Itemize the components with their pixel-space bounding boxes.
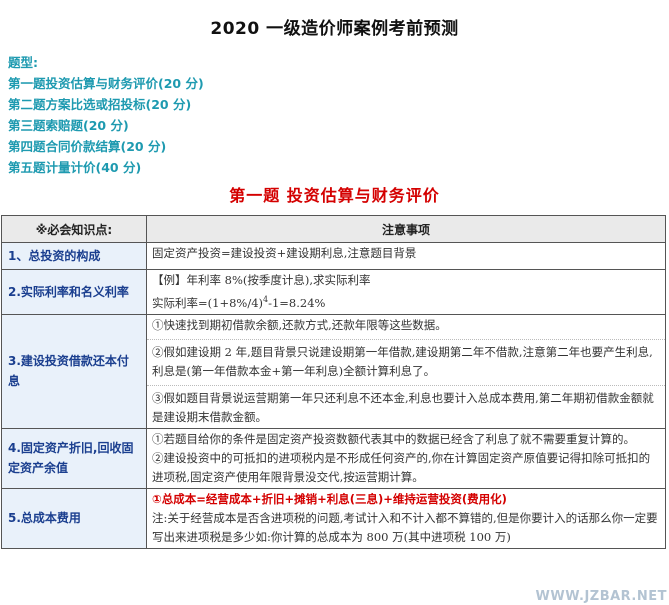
row-key: 3.建设投资借款还本付息 (1, 313, 147, 429)
header-knowledge: ※必会知识点: (1, 215, 147, 243)
header-notes: 注意事项 (146, 215, 666, 243)
row-notes: ①总成本=经营成本+折旧+摊销+利息(三息)+维持运营投资(费用化) 注:关于经… (146, 487, 666, 549)
section-title: 第一题 投资估算与财务评价 (229, 186, 440, 205)
row-notes: ①快速找到期初借款余额,还款方式,还款年限等这些数据。 ②假如建设期 2 年,题… (146, 313, 666, 429)
formula-prefix: 实际利率=(1+8%/4) (152, 295, 263, 310)
type-item: 第三题索赔题(20 分) (8, 118, 129, 133)
divider (147, 384, 665, 386)
row-key: 2.实际利率和名义利率 (1, 269, 147, 315)
note-line: 【例】年利率 8%(按季度计息),求实际利率 (152, 273, 371, 287)
note-para: ②建设投资中的可抵扣的进项税内是不形成任何资产的,你在计算固定资产原值要记得扣除… (152, 450, 651, 484)
row-key: 4.固定资产折旧,回收固定资产余值 (1, 427, 147, 489)
note-line: 固定资产投资=建设投资+建设期利息,注意题目背景 (152, 246, 417, 260)
table-row: 5.总成本费用 ①总成本=经营成本+折旧+摊销+利息(三息)+维持运营投资(费用… (1, 487, 666, 549)
note-para: ①快速找到期初借款余额,还款方式,还款年限等这些数据。 (152, 317, 447, 332)
note-para: 注:关于经营成本是否含进项税的问题,考试计入和不计入都不算错的,但是你要计入的话… (152, 510, 658, 544)
document-title: 2020 一级造价师案例考前预测 (210, 19, 459, 39)
table-row: 4.固定资产折旧,回收固定资产余值 ①若题目给你的条件是固定资产投资数额代表其中… (1, 427, 666, 489)
table-row: 3.建设投资借款还本付息 ①快速找到期初借款余额,还款方式,还款年限等这些数据。… (1, 313, 666, 429)
row-key: 1、总投资的构成 (1, 242, 147, 270)
knowledge-table: ※必会知识点: 注意事项 1、总投资的构成 固定资产投资=建设投资+建设期利息,… (1, 215, 666, 549)
type-item: 第五题计量计价(40 分) (8, 160, 142, 175)
row-notes: 【例】年利率 8%(按季度计息),求实际利率 实际利率=(1+8%/4)4-1=… (146, 269, 666, 315)
note-para: ③假如题目背景说运营期第一年只还利息不还本金,利息也要计入总成本费用,第二年期初… (152, 390, 654, 424)
note-para: ②假如建设期 2 年,题目背景只说建设期第一年借款,建设期第二年不借款,注意第二… (152, 344, 653, 378)
type-item: 第二题方案比选或招投标(20 分) (8, 97, 192, 112)
note-para: ①若题目给你的条件是固定资产投资数额代表其中的数据已经含了利息了就不需要重复计算… (152, 431, 635, 446)
divider (147, 338, 665, 340)
row-notes: ①若题目给你的条件是固定资产投资数额代表其中的数据已经含了利息了就不需要重复计算… (146, 427, 666, 489)
table-header-row: ※必会知识点: 注意事项 (1, 215, 666, 243)
row-notes: 固定资产投资=建设投资+建设期利息,注意题目背景 (146, 242, 666, 270)
formula-line: 实际利率=(1+8%/4)4-1=8.24% (152, 290, 660, 313)
type-item: 第一题投资估算与财务评价(20 分) (8, 76, 204, 91)
question-types: 题型: 第一题投资估算与财务评价(20 分) 第二题方案比选或招投标(20 分)… (8, 52, 204, 178)
formula-suffix: -1=8.24% (268, 295, 326, 310)
row-key: 5.总成本费用 (1, 487, 147, 549)
table-row: 2.实际利率和名义利率 【例】年利率 8%(按季度计息),求实际利率 实际利率=… (1, 269, 666, 315)
type-item: 第四题合同价款结算(20 分) (8, 139, 167, 154)
formula-highlight: ①总成本=经营成本+折旧+摊销+利息(三息)+维持运营投资(费用化) (152, 491, 507, 506)
watermark: WWW.JZBAR.NET (535, 589, 667, 604)
types-label: 题型: (8, 55, 38, 70)
table-row: 1、总投资的构成 固定资产投资=建设投资+建设期利息,注意题目背景 (1, 242, 666, 270)
